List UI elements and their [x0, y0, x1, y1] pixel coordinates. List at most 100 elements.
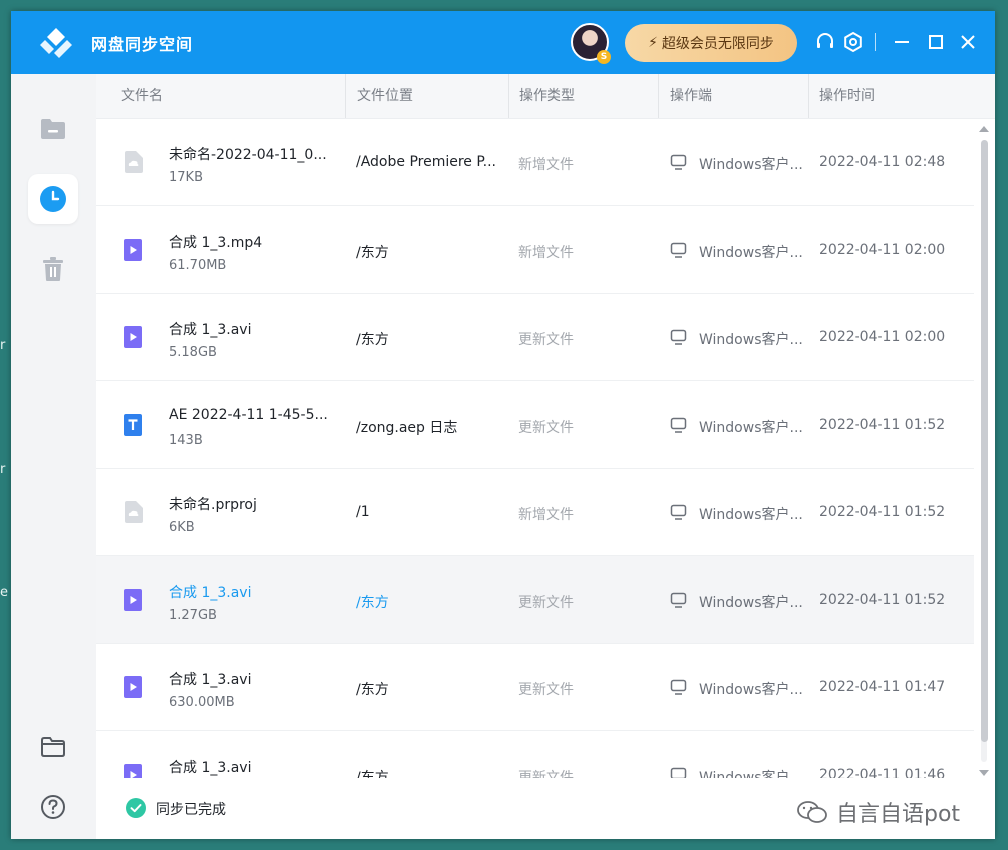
file-size: 6KB — [169, 520, 195, 535]
table-row[interactable]: 合成 1_3.avi 5.18GB /东方 更新文件 Windows客户... … — [96, 293, 974, 381]
column-header-device[interactable]: 操作端 — [659, 74, 809, 118]
file-name: 合成 1_3.mp4 — [169, 234, 263, 251]
monitor-icon — [670, 154, 687, 170]
desktop-text: e — [0, 585, 8, 600]
folder-icon — [41, 119, 65, 139]
file-name: 未命名.prproj — [169, 497, 257, 513]
help-button[interactable] — [28, 782, 78, 832]
sidebar — [11, 74, 96, 839]
operation-device: Windows客户... — [699, 507, 803, 523]
close-icon[interactable] — [957, 31, 979, 53]
folder-outline-icon — [41, 737, 65, 757]
table-row[interactable]: AE 2022-4-11 1-45-5... 143B /zong.aep 日志… — [96, 381, 974, 469]
maximize-icon[interactable] — [925, 31, 947, 53]
file-name: 合成 1_3.avi — [169, 759, 252, 776]
scrollbar[interactable] — [977, 118, 991, 778]
file-location[interactable]: /东方 — [356, 329, 389, 349]
video-file-icon — [123, 588, 143, 611]
operation-device: Windows客户... — [699, 332, 803, 348]
table-header: 文件名 文件位置 操作类型 操作端 操作时间 — [96, 74, 995, 119]
column-header-operation[interactable]: 操作类型 — [509, 74, 659, 118]
check-circle-icon — [126, 798, 146, 818]
file-name: 合成 1_3.avi — [169, 584, 252, 601]
cloud-file-icon — [123, 501, 143, 523]
main-panel: 文件名 文件位置 操作类型 操作端 操作时间 未命名-2022-04-11_0.… — [96, 74, 995, 839]
operation-type: 更新文件 — [518, 769, 574, 779]
operation-type: 更新文件 — [518, 419, 574, 436]
history-list: 未命名-2022-04-11_0... 17KB /Adobe Premiere… — [96, 118, 976, 778]
monitor-icon — [670, 767, 687, 778]
operation-time: 2022-04-11 02:00 — [819, 329, 946, 345]
operation-device: Windows客户... — [699, 244, 803, 261]
operation-time: 2022-04-11 02:00 — [819, 241, 946, 258]
file-location[interactable]: /东方 — [356, 767, 389, 779]
status-bar: 同步已完成 自言自语pot — [96, 778, 995, 839]
sidebar-item-recycle[interactable] — [28, 244, 78, 294]
watermark: 自言自语pot — [796, 796, 960, 828]
headset-icon[interactable] — [814, 31, 836, 53]
file-name: 合成 1_3.avi — [169, 672, 252, 688]
operation-type: 更新文件 — [518, 594, 574, 611]
operation-device: Windows客户... — [699, 682, 803, 698]
operation-time: 2022-04-11 01:52 — [819, 416, 946, 433]
file-location[interactable]: /Adobe Premiere P... — [356, 154, 496, 170]
file-size: 1.27GB — [169, 607, 217, 623]
operation-type: 更新文件 — [518, 332, 574, 348]
video-file-icon — [123, 763, 143, 778]
minimize-icon[interactable] — [891, 31, 913, 53]
sidebar-item-sync-folder[interactable] — [28, 104, 78, 154]
app-window: 网盘同步空间 S ⚡ 超级会员无限同步 文件名 文件位置 操作类型 操作端 操作… — [11, 11, 995, 839]
watermark-text: 自言自语pot — [836, 802, 961, 827]
file-location[interactable]: /东方 — [356, 592, 389, 612]
title-divider — [875, 33, 876, 51]
operation-device: Windows客户... — [699, 419, 803, 436]
table-row[interactable]: 未命名-2022-04-11_0... 17KB /Adobe Premiere… — [96, 118, 974, 206]
scroll-down-icon[interactable] — [979, 770, 989, 776]
desktop-text: r — [0, 338, 6, 353]
file-name: 未命名-2022-04-11_0... — [169, 147, 327, 163]
operation-type: 新增文件 — [518, 157, 574, 173]
video-file-icon — [123, 238, 143, 261]
video-file-icon — [123, 326, 143, 348]
file-location[interactable]: /东方 — [356, 679, 389, 699]
operation-type: 新增文件 — [518, 507, 574, 523]
cloud-file-icon — [123, 151, 143, 173]
wechat-icon — [797, 801, 827, 823]
file-location[interactable]: /1 — [356, 504, 370, 520]
monitor-icon — [670, 242, 687, 258]
table-row[interactable]: 合成 1_3.avi /东方 更新文件 Windows客户... 2022-04… — [96, 731, 974, 779]
file-location[interactable]: /东方 — [356, 242, 389, 262]
title-bar[interactable]: 网盘同步空间 S ⚡ 超级会员无限同步 — [11, 11, 995, 74]
operation-time: 2022-04-11 01:47 — [819, 679, 946, 695]
open-folder-button[interactable] — [28, 722, 78, 772]
question-icon — [41, 795, 65, 819]
vip-upgrade-button[interactable]: ⚡ 超级会员无限同步 — [625, 24, 797, 62]
file-size: 143B — [169, 432, 203, 448]
file-location[interactable]: /zong.aep 日志 — [356, 417, 457, 437]
table-row[interactable]: 合成 1_3.avi 630.00MB /东方 更新文件 Windows客户..… — [96, 643, 974, 731]
monitor-icon — [670, 504, 687, 520]
monitor-icon — [670, 679, 687, 695]
table-row[interactable]: 合成 1_3.avi 1.27GB /东方 更新文件 Windows客户... … — [96, 555, 974, 644]
app-title: 网盘同步空间 — [91, 35, 194, 54]
operation-type: 新增文件 — [518, 244, 574, 261]
settings-icon[interactable] — [842, 31, 864, 53]
video-file-icon — [123, 676, 143, 698]
operation-time: 2022-04-11 02:48 — [819, 154, 946, 170]
operation-device: Windows客户... — [699, 157, 803, 173]
table-row[interactable]: 未命名.prproj 6KB /1 新增文件 Windows客户... 2022… — [96, 468, 974, 556]
column-header-name[interactable]: 文件名 — [96, 74, 346, 118]
sidebar-item-history[interactable] — [28, 174, 78, 224]
file-name: 合成 1_3.avi — [169, 322, 252, 338]
table-row[interactable]: 合成 1_3.mp4 61.70MB /东方 新增文件 Windows客户...… — [96, 206, 974, 294]
scroll-thumb[interactable] — [981, 140, 988, 742]
text-file-icon — [123, 413, 143, 436]
file-size: 61.70MB — [169, 257, 227, 273]
vip-button-label: 超级会员无限同步 — [661, 36, 774, 52]
monitor-icon — [670, 592, 687, 608]
operation-time: 2022-04-11 01:52 — [819, 591, 946, 608]
scroll-up-icon[interactable] — [979, 126, 989, 132]
vip-badge: S — [597, 50, 611, 64]
column-header-time[interactable]: 操作时间 — [809, 74, 995, 118]
column-header-location[interactable]: 文件位置 — [346, 74, 509, 118]
